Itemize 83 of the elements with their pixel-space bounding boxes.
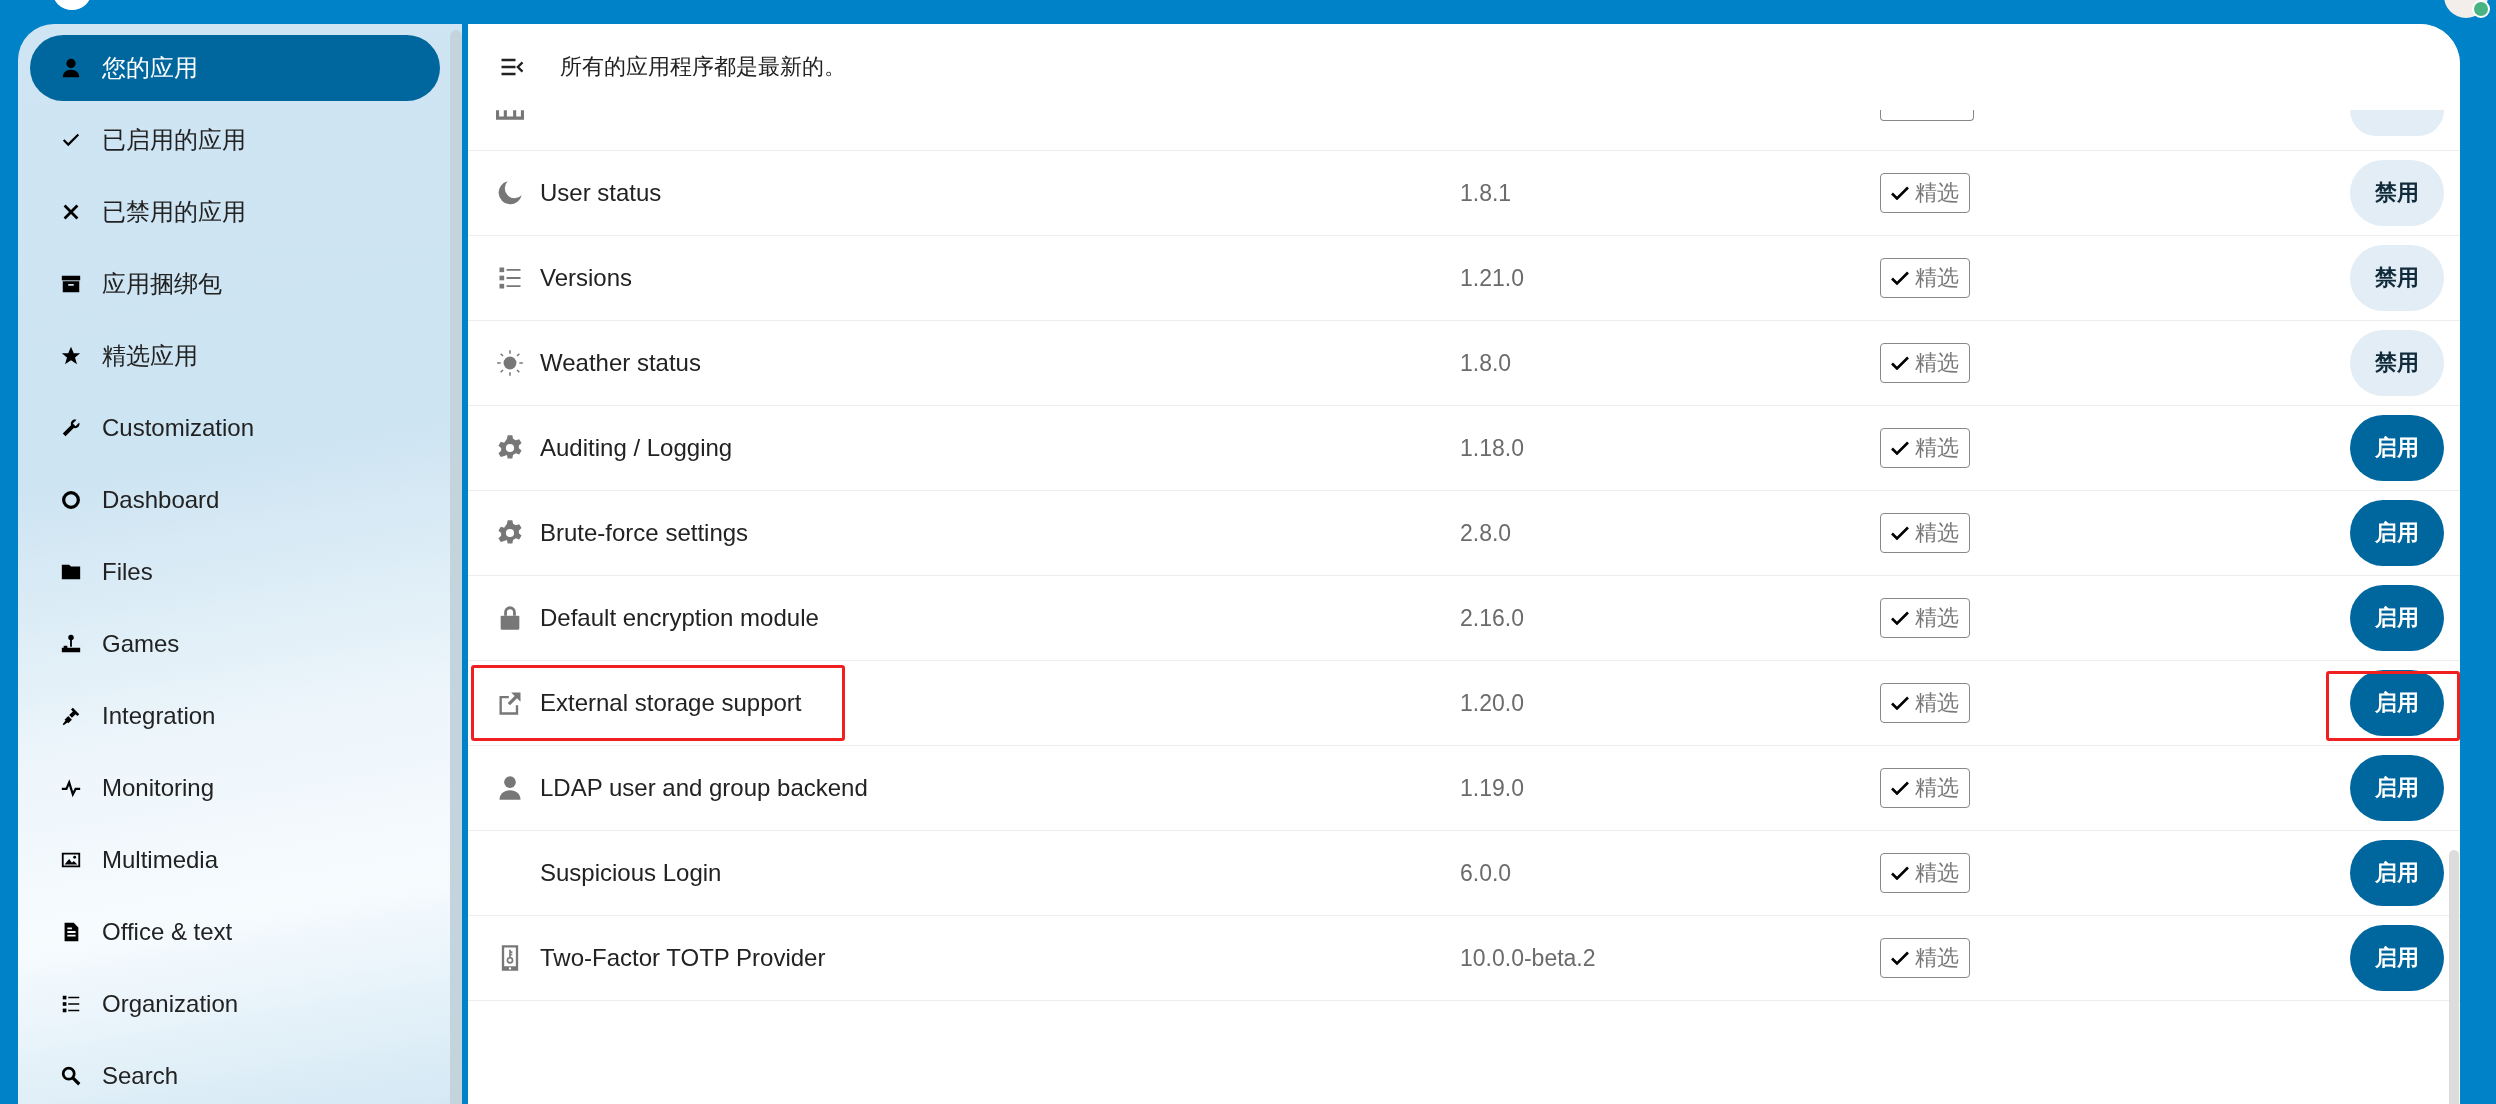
enable-button[interactable]: 启用 [2350, 755, 2444, 821]
featured-tag: 精选 [1880, 768, 1970, 808]
app-version: 10.0.0-beta.2 [1460, 944, 1597, 972]
enable-button[interactable]: 启用 [2350, 925, 2444, 991]
checkmark-icon [1891, 271, 1909, 285]
star-icon [60, 345, 82, 367]
sidebar-item[interactable]: Dashboard [30, 467, 440, 533]
enable-button[interactable]: 启用 [2350, 500, 2444, 566]
sidebar-item[interactable]: Monitoring [30, 755, 440, 821]
featured-tag: 精选 [1880, 343, 1970, 383]
app-name: Default encryption module [540, 604, 820, 632]
search-icon [60, 1065, 82, 1087]
pulse-icon [60, 777, 82, 799]
sidebar-item[interactable]: Office & text [30, 899, 440, 965]
person-icon [60, 57, 82, 79]
sidebar-item[interactable]: 已禁用的应用 [30, 179, 440, 245]
app-version: 2.8.0 [1460, 519, 1513, 547]
moon-icon [496, 179, 524, 207]
archive-box-icon [60, 273, 82, 295]
app-version: 1.21.0 [1460, 264, 1525, 292]
app-name: Brute-force settings [540, 519, 750, 547]
checkmark-icon [1891, 186, 1909, 200]
app-version: 1.8.1 [1460, 179, 1513, 207]
enable-button[interactable]: 启用 [2350, 670, 2444, 736]
app-name: Weather status [540, 349, 702, 377]
sidebar-item[interactable]: Files [30, 539, 440, 605]
circle-icon [60, 489, 82, 511]
status-message: 所有的应用程序都是最新的。 [560, 53, 846, 81]
checkmark-icon [1891, 866, 1909, 880]
checkmark-icon [1891, 526, 1909, 540]
sidebar-item[interactable]: Organization [30, 971, 440, 1037]
sidebar-item[interactable]: 应用捆绑包 [30, 251, 440, 317]
checkmark-icon [1891, 951, 1909, 965]
app-version: 1.20.0 [1460, 689, 1525, 717]
app-version: 1.8.0 [1460, 349, 1513, 377]
app-version: 1.18.0 [1460, 434, 1525, 462]
featured-tag: 精选 [1880, 683, 1970, 723]
featured-tag: 精选 [1880, 513, 1970, 553]
app-version: 2.16.0 [1460, 604, 1525, 632]
checkmark-icon [1891, 781, 1909, 795]
app-name: Suspicious Login [540, 859, 723, 887]
sidebar-item[interactable]: 已启用的应用 [30, 107, 440, 173]
app-name: Two-Factor TOTP Provider [540, 944, 827, 972]
gear-icon [496, 434, 524, 462]
featured-tag: 精选 [1880, 938, 1970, 978]
gear-icon [496, 519, 524, 547]
app-name: External storage support [540, 689, 803, 717]
list-icon [60, 993, 82, 1015]
sidebar-item[interactable]: Games [30, 611, 440, 677]
app-name: LDAP user and group backend [540, 774, 869, 802]
featured-tag: 精选 [1880, 853, 1970, 893]
app-name: Versions [540, 264, 634, 292]
checkmark-icon [1891, 696, 1909, 710]
checkmark-icon [1891, 611, 1909, 625]
sidebar-item[interactable]: 您的应用 [30, 35, 440, 101]
sidebar-item[interactable]: 精选应用 [30, 323, 440, 389]
sidebar-item[interactable]: Integration [30, 683, 440, 749]
featured-tag: 精选 [1880, 173, 1970, 213]
disable-button[interactable]: 禁用 [2350, 160, 2444, 226]
app-version: 1.19.0 [1460, 774, 1525, 802]
sidebar-item[interactable]: Search [30, 1043, 440, 1104]
plug-icon [60, 705, 82, 727]
app-version: 6.0.0 [1460, 859, 1513, 887]
scrollbar[interactable] [2449, 850, 2459, 1104]
disable-button[interactable]: 禁用 [2350, 245, 2444, 311]
disable-button[interactable]: 禁用 [2350, 330, 2444, 396]
featured-tag: 精选 [1880, 428, 1970, 468]
scrollbar[interactable] [450, 30, 462, 1104]
sun-icon [496, 349, 524, 377]
joystick-icon [60, 633, 82, 655]
checkmark-icon [1891, 356, 1909, 370]
enable-button[interactable]: 启用 [2350, 585, 2444, 651]
wrench-icon [60, 417, 82, 439]
sidebar-item[interactable]: Customization [30, 395, 440, 461]
checkmark-icon [1891, 441, 1909, 455]
app-name: Auditing / Logging [540, 434, 734, 462]
enable-button[interactable]: 启用 [2350, 840, 2444, 906]
enable-button[interactable]: 启用 [2350, 415, 2444, 481]
featured-tag: 精选 [1880, 598, 1970, 638]
sidebar-item[interactable]: Multimedia [30, 827, 440, 893]
featured-tag: 精选 [1880, 258, 1970, 298]
bar-chart-icon [496, 110, 524, 120]
app-name: User status [540, 179, 663, 207]
